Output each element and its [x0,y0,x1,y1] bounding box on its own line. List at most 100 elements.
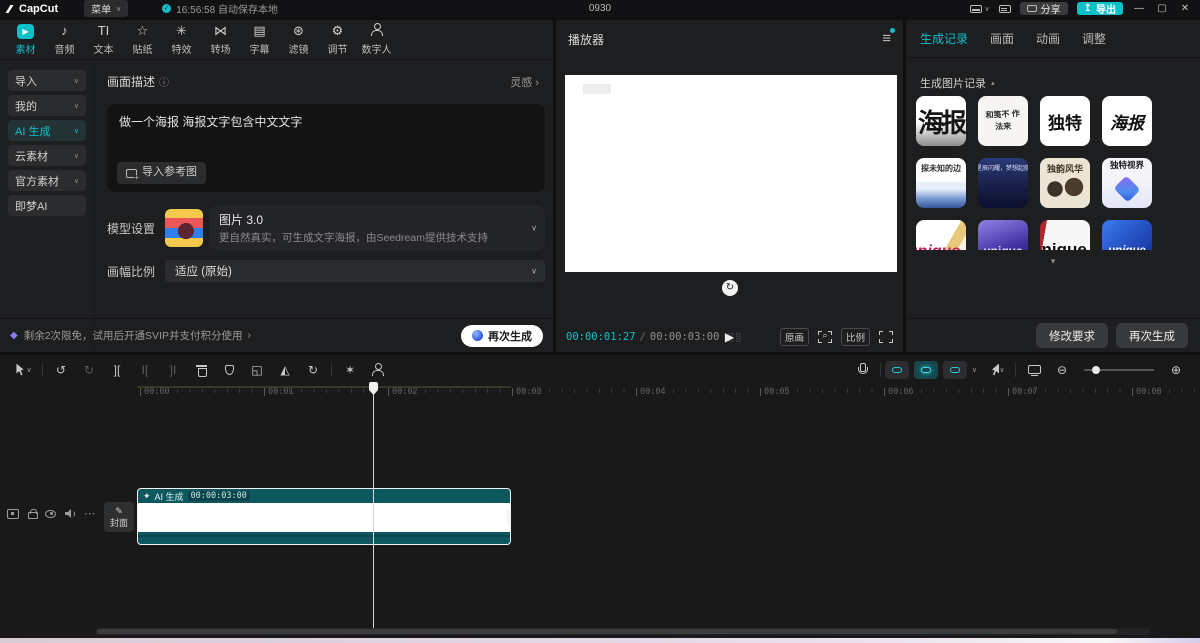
quality-button[interactable]: 原画 [780,328,809,346]
export-button[interactable]: ↥ 导出 [1077,2,1123,15]
inspector-tabs: 生成记录 画面 动画 调整 [906,20,1200,58]
sidebar-item-cloud[interactable]: 云素材 ∨ [8,145,86,166]
smart-edit-button[interactable]: ✶ [336,359,364,381]
time-ruler[interactable]: 00:00 00:01 00:02 00:03 00:04 00:05 00:0… [95,385,1200,405]
tab-transitions[interactable]: ⋈ 转场 [201,20,240,59]
sidebar-item-ai-generate[interactable]: AI 生成 ∨ [8,120,86,141]
rotate-button[interactable]: ↻ [299,359,327,381]
slider-handle[interactable] [1092,366,1100,374]
linkage-toggle[interactable] [943,361,967,379]
tab-animation[interactable]: 动画 [1036,30,1060,47]
model-select[interactable]: 图片 3.0 更自然真实，可生成文字海报，由Seedream提供技术支持 ∨ [209,206,545,250]
scrollbar-thumb[interactable] [97,629,1117,634]
regenerate-button-right[interactable]: 再次生成 [1116,323,1188,348]
preview-cursor-button[interactable]: ∨ [983,359,1011,381]
zoom-out-button[interactable]: ⊖ [1048,359,1076,381]
preview-zoom-button[interactable]: ⌕ [818,331,832,343]
ratio-button[interactable]: 比例 [841,328,870,346]
chevron-down-icon: ∨ [531,224,537,233]
preview-canvas[interactable] [565,75,897,272]
modify-request-button[interactable]: 修改要求 [1036,323,1108,348]
auto-snap-toggle[interactable] [914,361,938,379]
digital-human-button[interactable] [364,359,392,381]
sidebar-item-label: AI 生成 [15,123,50,139]
mirror-button[interactable]: ◭ [271,359,299,381]
adapt-timeline-button[interactable] [1020,359,1048,381]
generated-image-thumb[interactable]: 探未知的边 [916,158,966,208]
tab-filters[interactable]: ⊛ 滤镜 [279,20,318,59]
crop-button[interactable]: ◱ [243,359,271,381]
record-voiceover-button[interactable] [848,359,876,381]
expand-history-button[interactable]: ▾ [906,256,1200,267]
timeline-zoom-slider[interactable] [1084,369,1154,371]
ratio-select[interactable]: 适应 (原始) ∨ [165,260,545,282]
generated-image-thumb[interactable]: unique [1102,220,1152,250]
play-button[interactable]: ▶ [725,330,734,344]
tab-adjust[interactable]: ⚙ 调节 [318,20,357,59]
fullscreen-button[interactable] [879,331,893,343]
history-section-header[interactable]: 生成图片记录 ▴ [920,75,995,91]
ruler-tick: 00:00 [140,387,170,397]
mask-button[interactable] [215,359,243,381]
undo-button[interactable]: ↺ [47,359,75,381]
total-time: 00:00:03:00 [650,331,720,343]
share-button[interactable]: 分享 [1020,2,1068,15]
generated-image-thumb[interactable]: 和笺不 作法来 [978,96,1028,146]
tab-media[interactable]: ▶ 素材 [6,20,45,59]
delete-button[interactable] [187,359,215,381]
tab-adjust[interactable]: 调整 [1082,30,1106,47]
cover-button[interactable]: ✎ 封面 [104,502,134,532]
panel-toggle-button[interactable] [999,5,1011,13]
tab-generation-history[interactable]: 生成记录 [920,30,968,47]
timeline-horizontal-scrollbar[interactable] [95,628,1150,635]
generated-image-thumb[interactable]: 独韵风华 [1040,158,1090,208]
current-time: 00:00:01:27 [566,331,636,343]
generated-image-thumb[interactable]: 星辰闪耀，梦想起航 [978,158,1028,208]
tab-picture[interactable]: 画面 [990,30,1014,47]
clip-resize-handle[interactable] [507,510,510,524]
share-icon [1027,5,1037,12]
select-tool-button[interactable]: ∨ [10,359,38,381]
split-button[interactable]: ][ [103,359,131,381]
player-menu-button[interactable]: ≡ [882,30,891,47]
tab-captions[interactable]: ▤ 字幕 [240,20,279,59]
sidebar-item-jimeng-ai[interactable]: 即梦AI [8,195,86,216]
tab-effects[interactable]: ✳ 特效 [162,20,201,59]
lock-icon[interactable] [28,509,36,518]
generated-image-thumb[interactable]: 独特 [1040,96,1090,146]
minimize-button[interactable]: — [1132,3,1146,14]
zoom-in-button[interactable]: ⊕ [1162,359,1190,381]
sidebar-item-mine[interactable]: 我的 ∨ [8,95,86,116]
tab-digital-human[interactable]: 数字人 [357,20,396,59]
magnifier-icon: ⌕ [818,330,832,341]
split-left-button[interactable]: I[ [131,359,159,381]
generated-image-thumb[interactable]: unique [1040,220,1090,250]
regenerate-button[interactable]: 再次生成 [461,325,543,347]
more-options-icon[interactable]: ⋯ [84,507,95,520]
close-button[interactable]: ✕ [1178,3,1192,14]
generated-image-thumb[interactable]: unique [916,220,966,250]
eye-icon[interactable] [45,510,56,518]
prompt-textarea[interactable]: 做一个海报 海报文字包含中文文字 导入参考图 [107,104,545,192]
generated-image-thumb[interactable]: 海报 [916,96,966,146]
sidebar-item-official[interactable]: 官方素材 ∨ [8,170,86,191]
chevron-down-icon[interactable]: ∨ [972,366,977,374]
timeline-clip-ai-generate[interactable]: ✦ AI 生成 00:00:03:00 [137,488,511,545]
main-track-magnet-toggle[interactable] [885,361,909,379]
generated-image-thumb[interactable]: unique [978,220,1028,250]
import-reference-button[interactable]: 导入参考图 [117,162,206,184]
speaker-icon[interactable] [65,509,75,519]
tab-audio[interactable]: ♪ 音频 [45,20,84,59]
layout-switch-button[interactable]: ∨ [970,5,989,13]
inspiration-link[interactable]: 灵感 › [510,74,539,90]
generated-image-thumb[interactable]: 独特视界 [1102,158,1152,208]
redo-button[interactable]: ↻ [75,359,103,381]
quota-text[interactable]: 剩余2次限免，试用后开通SVIP并支付积分使用 [24,328,243,343]
tab-text[interactable]: TI 文本 [84,20,123,59]
sidebar-item-import[interactable]: 导入 ∨ [8,70,86,91]
split-right-button[interactable]: ]I [159,359,187,381]
sidebar-item-label: 云素材 [15,148,48,164]
maximize-button[interactable]: ▢ [1155,3,1169,14]
tab-sticker[interactable]: ☆ 贴纸 [123,20,162,59]
generated-image-thumb[interactable]: 海报 [1102,96,1152,146]
